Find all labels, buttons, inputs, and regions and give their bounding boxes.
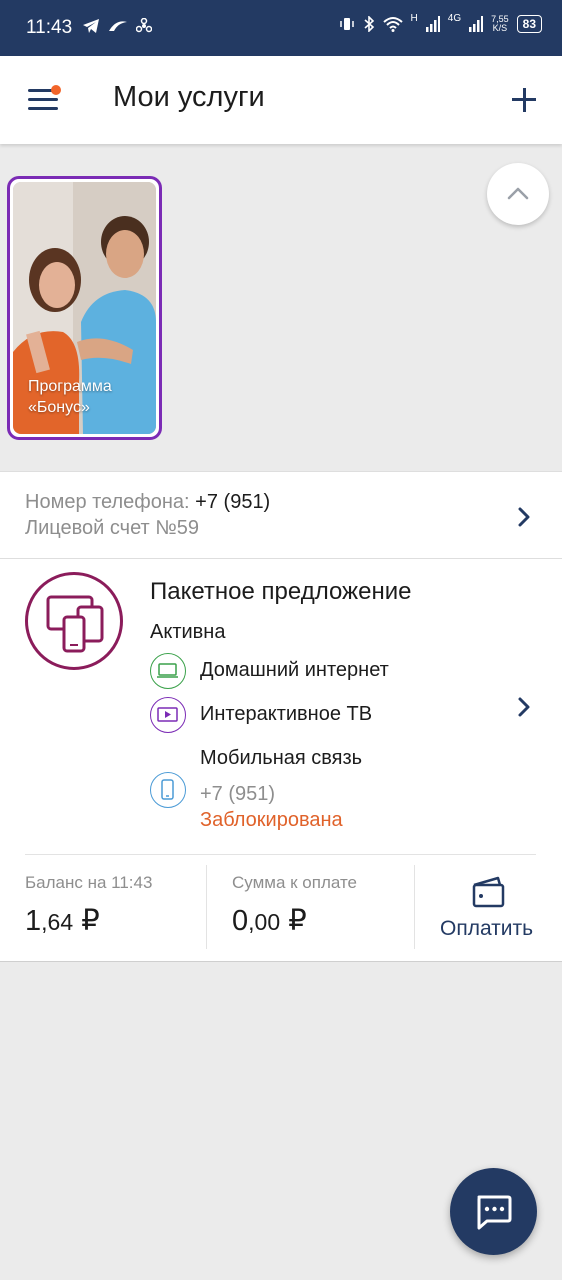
amount-due-value: 0,00 ₽ — [232, 905, 307, 937]
collapse-button[interactable] — [487, 163, 549, 225]
laptop-icon — [150, 653, 186, 689]
chevron-up-icon — [507, 187, 529, 200]
service-mobile-label: Мобильная связь — [200, 747, 363, 769]
status-bar: 11:43 H 4G 7,55 K/S 83 — [0, 0, 562, 56]
balance-block: Баланс на 11:43 1,64 ₽ — [25, 859, 205, 949]
signal-icon — [425, 16, 440, 32]
chevron-right-icon — [518, 507, 530, 527]
account-row[interactable]: Номер телефона: +7 (951) Лицевой счет №5… — [0, 471, 562, 559]
phone-number: +7 (951) — [195, 491, 271, 513]
promo-image: Программа «Бонус» — [13, 182, 156, 434]
pay-label: Оплатить — [440, 917, 534, 940]
amount-due-label: Сумма к оплате — [232, 873, 358, 892]
mobile-blocked-status: Заблокирована — [200, 809, 343, 831]
fan-icon — [136, 18, 152, 33]
chat-button[interactable] — [450, 1168, 537, 1255]
divider — [25, 854, 536, 855]
service-internet-label: Домашний интернет — [200, 659, 389, 681]
add-service-button[interactable] — [508, 84, 540, 116]
swoosh-icon — [109, 21, 127, 31]
devices-icon — [25, 572, 123, 670]
contract-number: Лицевой счет №59 — [25, 517, 199, 539]
telegram-icon — [83, 19, 99, 33]
promo-label: Программа «Бонус» — [28, 378, 112, 416]
package-card: Пакетное предложение Активна Домашний ин… — [0, 559, 562, 962]
status-time: 11:43 — [26, 17, 73, 38]
vibrate-icon — [339, 18, 354, 30]
service-tv-label: Интерактивное ТВ — [200, 703, 373, 725]
tv-play-icon — [150, 697, 186, 733]
menu-button[interactable] — [28, 85, 61, 114]
bluetooth-icon — [364, 16, 374, 32]
wifi-icon — [382, 17, 403, 32]
wallet-icon — [472, 876, 505, 908]
package-status: Активна — [150, 621, 226, 643]
balance-value: 1,64 ₽ — [25, 905, 100, 937]
smartphone-icon — [150, 772, 186, 808]
page-title: Мои услуги — [113, 81, 265, 113]
pay-button[interactable]: Оплатить — [415, 859, 562, 959]
signal-icon-2 — [469, 16, 484, 32]
chat-icon — [477, 1195, 512, 1230]
net-speed: 7,55 K/S — [491, 14, 509, 33]
promo-story-bonus[interactable]: Программа «Бонус» — [7, 176, 162, 440]
amount-due-block: Сумма к оплате 0,00 ₽ — [232, 859, 412, 949]
notification-dot — [51, 85, 61, 95]
app-bar: Мои услуги — [0, 56, 562, 144]
phone-line: Номер телефона: +7 (951) — [25, 491, 271, 513]
chevron-right-icon[interactable] — [517, 696, 531, 718]
network-type-4g: 4G — [447, 12, 462, 24]
package-title: Пакетное предложение — [150, 578, 412, 605]
network-type-h: H — [410, 12, 418, 24]
battery-icon: 83 — [516, 15, 542, 33]
balance-label: Баланс на 11:43 — [25, 873, 153, 892]
mobile-number: +7 (951) — [200, 783, 276, 805]
